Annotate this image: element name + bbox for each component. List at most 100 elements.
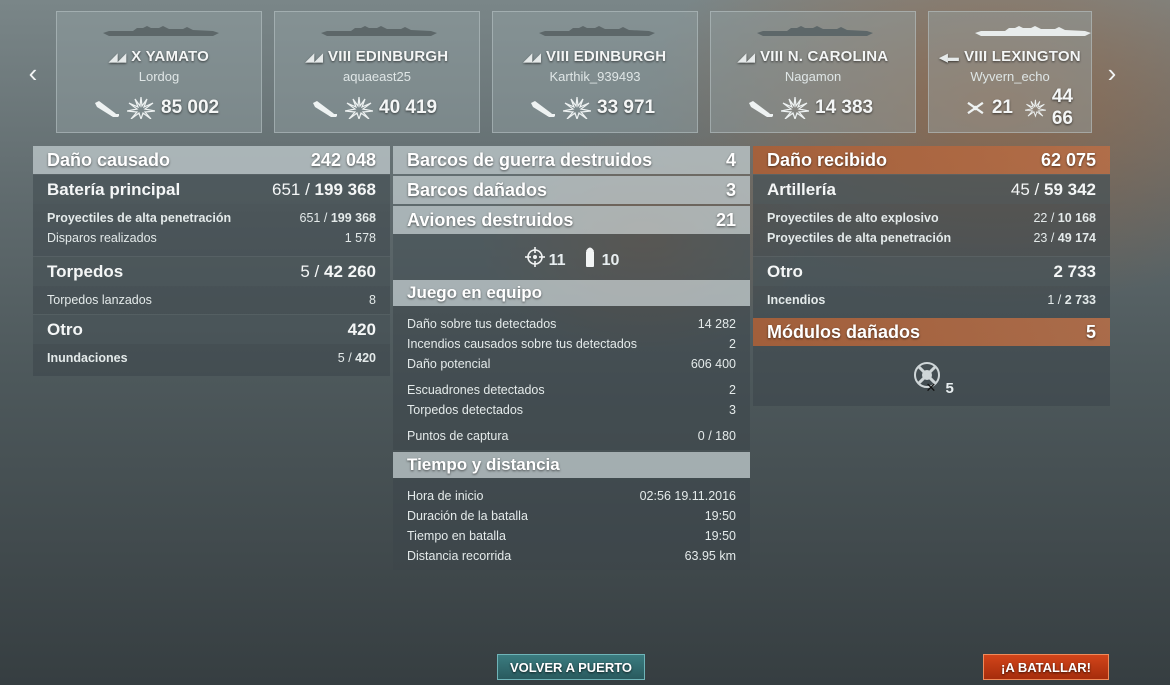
fighter-kills: 10 <box>584 244 619 270</box>
prev-ships-arrow[interactable]: ‹ <box>21 60 45 86</box>
ap-shells-received-label: Proyectiles de alta penetración <box>767 231 952 245</box>
battle-results-panel: Barcos de guerra destruidos 4 Barcos dañ… <box>393 146 750 570</box>
damage-received-panel: Daño recibido 62 075 Artillería 45 / 59 … <box>753 146 1110 406</box>
next-ships-arrow[interactable]: › <box>1100 60 1124 86</box>
torpedoes-row: Torpedos 5 / 42 260 <box>33 256 390 286</box>
stat2-value: 33 971 <box>597 97 656 118</box>
planes-destroyed-row: Aviones destruidos 21 <box>393 206 750 234</box>
detail-value: 63.95 km <box>684 549 736 563</box>
artillery-label: Artillería <box>767 179 836 199</box>
torpedo-hit-icon <box>531 101 555 117</box>
damage-received-value: 62 075 <box>1040 149 1096 170</box>
other-damage-value: 420 <box>347 319 376 339</box>
detail-label: Torpedos detectados <box>407 403 524 417</box>
ship-silhouette-icon <box>103 26 219 36</box>
detail-row: Duración de la batalla 19:50 <box>393 506 750 526</box>
detail-row: Daño potencial 606 400 <box>393 354 750 374</box>
main-battery-row: Batería principal 651 / 199 368 <box>33 174 390 204</box>
ship-name: X YAMATO <box>131 48 210 65</box>
ships-damaged-value: 3 <box>725 179 736 200</box>
detail-value: 2 <box>729 383 736 397</box>
planes-destroyed-value: 21 <box>715 209 736 230</box>
other-damage-row: Otro 420 <box>33 314 390 344</box>
fires-value: 1 / 2 733 <box>1047 293 1096 307</box>
ap-shells-value: 651 / 199 368 <box>299 211 376 225</box>
stat1-value: 21 <box>991 97 1013 118</box>
damage-received-label: Daño recibido <box>767 149 888 170</box>
cruiser-icon: ◢◢ <box>305 52 323 64</box>
time-header: Tiempo y distancia <box>393 452 750 478</box>
ship-name: VIII EDINBURGH <box>546 48 667 65</box>
ship-name: VIII N. CAROLINA <box>760 48 889 65</box>
aa-kills-value: 11 <box>548 252 566 269</box>
torpedoes-value: 5 / 42 260 <box>300 261 376 281</box>
fires-row: Incendios 1 / 2 733 <box>753 290 1110 310</box>
detail-label: Distancia recorrida <box>407 549 512 563</box>
detail-value: 606 400 <box>690 357 736 371</box>
torpedo-hit-icon <box>95 101 119 117</box>
detail-row: Tiempo en batalla 19:50 <box>393 526 750 546</box>
crosshair-icon <box>524 247 545 267</box>
player-name: Wyvern_echo <box>970 69 1050 84</box>
torpedoes-launched-label: Torpedos lanzados <box>47 293 152 307</box>
detail-row: Daño sobre tus detectados 14 282 <box>393 314 750 334</box>
battleship-icon: ◢◢ <box>737 52 756 64</box>
planes-breakdown: 11 10 <box>393 234 750 280</box>
cruiser-icon: ◢◢ <box>523 52 541 64</box>
ship-name: VIII LEXINGTON <box>964 48 1081 65</box>
main-battery-label: Batería principal <box>47 179 181 199</box>
detail-row: Escuadrones detectados 2 <box>393 380 750 400</box>
torpedo-hit-icon <box>749 101 773 117</box>
shots-fired-row: Disparos realizados 1 578 <box>33 228 390 248</box>
teamwork-label: Juego en equipo <box>407 283 543 302</box>
plane-destroyed-icon <box>967 101 984 115</box>
player-name: Nagamon <box>784 69 842 84</box>
ship-silhouette-icon <box>975 26 1091 36</box>
damage-dealt-header: Daño causado 242 048 <box>33 146 390 174</box>
modules-damaged-label: Módulos dañados <box>767 321 920 342</box>
detail-row: Incendios causados sobre tus detectados 2 <box>393 334 750 354</box>
ships-damaged-row: Barcos dañados 3 <box>393 176 750 204</box>
torpedoes-label: Torpedos <box>47 261 124 281</box>
planes-destroyed-label: Aviones destruidos <box>407 209 574 230</box>
shell-icon <box>585 247 594 267</box>
other-received-row: Otro 2 733 <box>753 256 1110 286</box>
detail-value: 2 <box>729 337 736 351</box>
ship-silhouette-icon <box>757 26 873 36</box>
other-damage-label: Otro <box>47 319 83 339</box>
module-icons: ✕ 5 <box>753 346 1110 406</box>
damage-icon <box>127 97 155 119</box>
ship-silhouette-icon <box>321 26 437 36</box>
damage-icon <box>563 97 591 119</box>
shots-fired-label: Disparos realizados <box>47 231 157 245</box>
detail-row: Puntos de captura 0 / 180 <box>393 426 750 446</box>
teamwork-header: Juego en equipo <box>393 280 750 306</box>
ship-card[interactable]: ◢◢ VIII N. CAROLINA Nagamon 14 383 <box>710 11 916 133</box>
torpedo-hit-icon <box>313 101 337 117</box>
module-count: 5 <box>945 380 954 397</box>
stat2-value: 44 66 <box>1051 86 1073 129</box>
return-to-port-button[interactable]: VOLVER A PUERTO <box>497 654 645 680</box>
battle-button[interactable]: ¡A BATALLAR! <box>983 654 1109 680</box>
he-shells-row: Proyectiles de alto explosivo 22 / 10 16… <box>753 208 1110 228</box>
damage-icon <box>345 97 373 119</box>
he-shells-label: Proyectiles de alto explosivo <box>767 211 939 225</box>
detail-value: 14 282 <box>697 317 736 331</box>
ap-shells-row: Proyectiles de alta penetración 651 / 19… <box>33 208 390 228</box>
ship-card[interactable]: ◢◢ VIII EDINBURGH Karthik_939493 33 971 <box>492 11 698 133</box>
ships-destroyed-label: Barcos de guerra destruidos <box>407 149 653 170</box>
other-received-value: 2 733 <box>1053 261 1096 281</box>
ship-card[interactable]: ◢◢ VIII EDINBURGH aquaeast25 40 419 <box>274 11 480 133</box>
ships-damaged-label: Barcos dañados <box>407 179 548 200</box>
detail-label: Escuadrones detectados <box>407 383 545 397</box>
detail-value: 02:56 19.11.2016 <box>639 489 736 503</box>
ship-card[interactable]: ◢◢ X YAMATO Lordog 85 002 <box>56 11 262 133</box>
modules-damaged-value: 5 <box>1085 321 1096 342</box>
detail-label: Incendios causados sobre tus detectados <box>407 337 638 351</box>
flooding-label: Inundaciones <box>47 351 128 365</box>
flooding-value: 5 / 420 <box>337 351 376 365</box>
damage-dealt-panel: Daño causado 242 048 Batería principal 6… <box>33 146 390 376</box>
ap-shells-received-row: Proyectiles de alta penetración 23 / 49 … <box>753 228 1110 248</box>
ship-card[interactable]: ◀▬ VIII LEXINGTON Wyvern_echo 21 44 66 <box>928 11 1092 133</box>
detail-label: Duración de la batalla <box>407 509 528 523</box>
